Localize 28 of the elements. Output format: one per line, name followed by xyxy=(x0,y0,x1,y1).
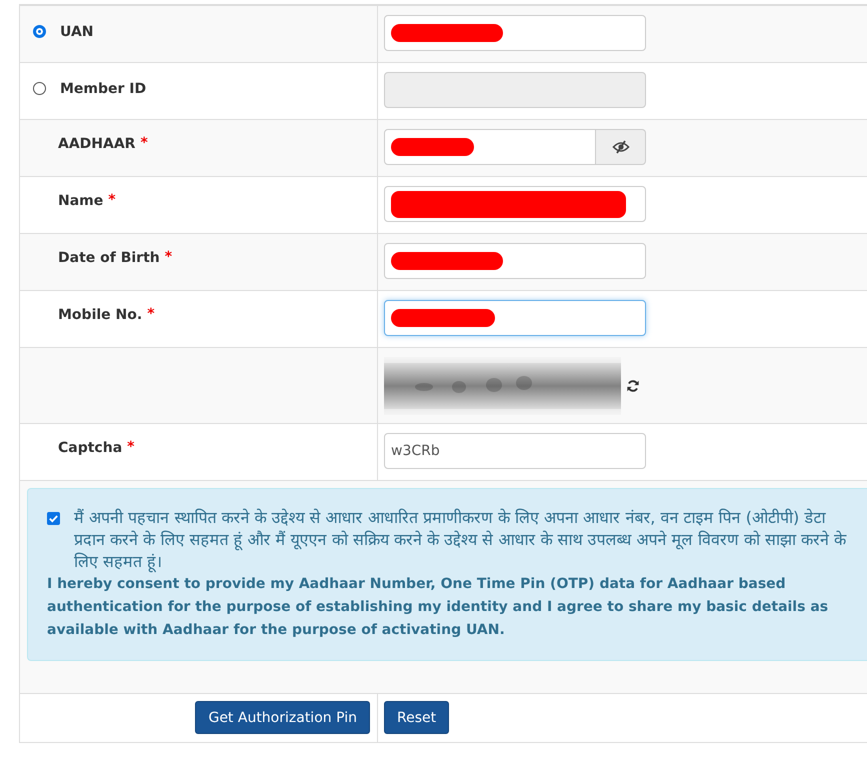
field-label: Date of Birth xyxy=(58,250,160,266)
visibility-toggle-button[interactable] xyxy=(596,129,646,165)
consent-text-hindi: मैं अपनी पहचान स्थापित करने के उद्देश्य से आधार आधारित प्रमाणीकरण के लिए अपना आधार नंबर, वन टाइम पिन (ओटीपी) डेटा प्रदान करने के लिए सहमत हूं और मैं यूएएन को सक्रिय करने के उद्देश्य से आधार के साथ उपलब्ध अपने मूल विवरण को साझा करने के लिए सहमत हूं। xyxy=(74,507,848,573)
field-label: UAN xyxy=(60,24,94,40)
reset-button[interactable]: Reset xyxy=(384,701,450,734)
field-label: Name xyxy=(58,193,104,209)
refresh-icon[interactable] xyxy=(626,379,640,393)
required-mark: * xyxy=(108,192,116,208)
input-field[interactable] xyxy=(384,300,646,336)
consent-text-english: I hereby consent to provide my Aadhaar Number, One Time Pin (OTP) data for Aadhaar based authentication for the purpose of establishing my identity and I agree to share my basic details as available with Aadhaar for the purpose of activating UAN. xyxy=(47,575,830,640)
input-field[interactable] xyxy=(384,186,646,222)
required-mark: * xyxy=(140,135,148,151)
required-mark: * xyxy=(127,439,134,455)
field-label: AADHAAR xyxy=(58,136,136,152)
get-authorization-pin-button[interactable]: Get Authorization Pin xyxy=(195,701,370,734)
field-label: Mobile No. xyxy=(58,307,142,323)
field-label: Member ID xyxy=(60,81,146,97)
input-field[interactable] xyxy=(384,129,596,165)
consent-checkbox[interactable] xyxy=(47,512,60,525)
eye-slash-icon xyxy=(612,140,630,154)
input-field[interactable]: w3CRb xyxy=(384,433,646,469)
input-field[interactable] xyxy=(384,243,646,279)
required-mark: * xyxy=(164,249,172,265)
radio-button[interactable] xyxy=(33,82,46,95)
required-mark: * xyxy=(147,306,155,322)
radio-button[interactable] xyxy=(33,25,46,38)
field-label: Captcha xyxy=(58,440,122,456)
input-field[interactable] xyxy=(384,15,646,51)
